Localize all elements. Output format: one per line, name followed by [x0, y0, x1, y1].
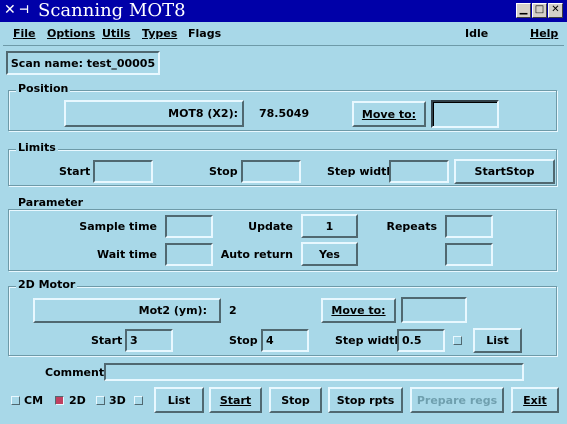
startstop-button[interactable]: StartStop	[454, 159, 555, 184]
parameter-extra-input[interactable]	[445, 243, 493, 266]
motor2d-list-toggle[interactable]	[453, 336, 462, 345]
3d-label: 3D	[109, 394, 126, 407]
motor2d-stop-input[interactable]: 4	[261, 329, 309, 352]
motor2d-stop-label: Stop	[229, 334, 258, 347]
limits-stop-input[interactable]	[241, 160, 301, 183]
repeats-label: Repeats	[386, 220, 438, 233]
menu-help[interactable]: Help	[530, 27, 558, 41]
cm-checkbox[interactable]	[11, 396, 20, 405]
motor2d-start-label: Start	[91, 334, 123, 347]
update-label: Update	[248, 220, 293, 233]
close-icon[interactable]: ✕	[548, 3, 563, 18]
window-menu-icon[interactable]: ✕	[4, 2, 16, 18]
limits-title: Limits	[16, 141, 58, 154]
motor2d-value: 2	[229, 304, 237, 317]
scan-name-box: Scan name: test_00005	[6, 51, 160, 75]
limits-start-label: Start	[59, 165, 91, 178]
scan-name-label: Scan name: test_00005	[10, 56, 156, 70]
motor2d-move-to-button[interactable]: Move to:	[321, 298, 396, 323]
comment-input[interactable]	[104, 363, 524, 381]
prepare-regs-button[interactable]: Prepare regs	[410, 387, 504, 413]
wait-time-label: Wait time	[97, 248, 157, 261]
2d-label: 2D	[69, 394, 86, 407]
sample-time-label: Sample time	[79, 220, 157, 233]
position-motor-box: MOT8 (X2):	[64, 100, 244, 127]
motor2d-move-to-input[interactable]	[401, 297, 467, 323]
minimize-icon[interactable]: ▁	[516, 3, 531, 18]
list-checkbox[interactable]	[134, 396, 143, 405]
motor2d-start-input[interactable]: 3	[125, 329, 173, 352]
motor2d-label: Mot2 (ym):	[138, 304, 207, 317]
position-motor-value: 78.5049	[259, 107, 310, 120]
wait-time-input[interactable]	[165, 243, 213, 266]
motor2d-list-button[interactable]: List	[473, 328, 522, 353]
limits-stop-label: Stop	[209, 165, 238, 178]
stop-rpts-button[interactable]: Stop rpts	[328, 387, 403, 413]
menu-utils[interactable]: Utils	[102, 27, 130, 41]
2d-checkbox[interactable]	[55, 396, 64, 405]
cm-label: CM	[24, 394, 44, 407]
position-motor-label: MOT8 (X2):	[168, 107, 238, 120]
3d-checkbox[interactable]	[96, 396, 105, 405]
motor2d-title: 2D Motor	[16, 278, 78, 291]
window-title: Scanning MOT8	[38, 0, 186, 21]
position-title: Position	[16, 82, 71, 95]
menu-file[interactable]: File	[13, 27, 36, 41]
motor2d-step-width-label: Step width	[335, 334, 403, 347]
position-move-to-button[interactable]: Move to:	[352, 101, 426, 127]
pin-icon: ⊣	[19, 3, 30, 16]
menubar-divider	[3, 45, 564, 46]
motor2d-step-width-input[interactable]: 0.5	[397, 329, 445, 352]
auto-return-label: Auto return	[220, 248, 293, 261]
menu-types[interactable]: Types	[142, 27, 177, 41]
auto-return-button[interactable]: Yes	[301, 242, 358, 266]
update-button[interactable]: 1	[301, 214, 358, 238]
limits-step-width-label: Step width	[327, 165, 395, 178]
motor2d-box: Mot2 (ym):	[33, 298, 221, 323]
limits-step-width-input[interactable]	[389, 160, 449, 183]
title-bar: ✕ ⊣ Scanning MOT8 ▁ □ ✕	[0, 0, 567, 22]
limits-start-input[interactable]	[93, 160, 153, 183]
menu-options[interactable]: Options	[47, 27, 95, 41]
sample-time-input[interactable]	[165, 215, 213, 238]
parameter-title: Parameter	[16, 196, 86, 209]
maximize-icon[interactable]: □	[532, 3, 547, 18]
exit-button[interactable]: Exit	[511, 387, 559, 413]
list-button[interactable]: List	[154, 387, 204, 413]
comment-label: Comment:	[45, 366, 109, 379]
status-label: Idle	[465, 27, 489, 40]
position-move-to-input[interactable]	[431, 100, 499, 128]
stop-button[interactable]: Stop	[269, 387, 322, 413]
menu-flags[interactable]: Flags	[188, 27, 221, 41]
start-button[interactable]: Start	[209, 387, 262, 413]
repeats-input[interactable]	[445, 215, 493, 238]
